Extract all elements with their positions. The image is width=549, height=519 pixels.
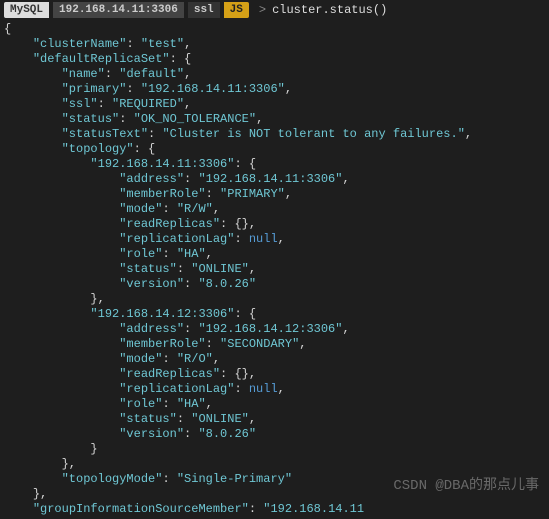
shell-prompt[interactable]: MySQL 192.168.14.11:3306 ssl JS > cluste… <box>0 0 549 20</box>
command-input[interactable]: cluster.status() <box>272 3 387 17</box>
badge-js: JS <box>224 2 249 18</box>
badge-mysql: MySQL <box>4 2 49 18</box>
badge-ssl: ssl <box>188 2 220 18</box>
prompt-arrow: > <box>259 3 266 17</box>
badge-host: 192.168.14.11:3306 <box>53 2 184 18</box>
json-output: { "clusterName": "test", "defaultReplica… <box>0 20 549 519</box>
